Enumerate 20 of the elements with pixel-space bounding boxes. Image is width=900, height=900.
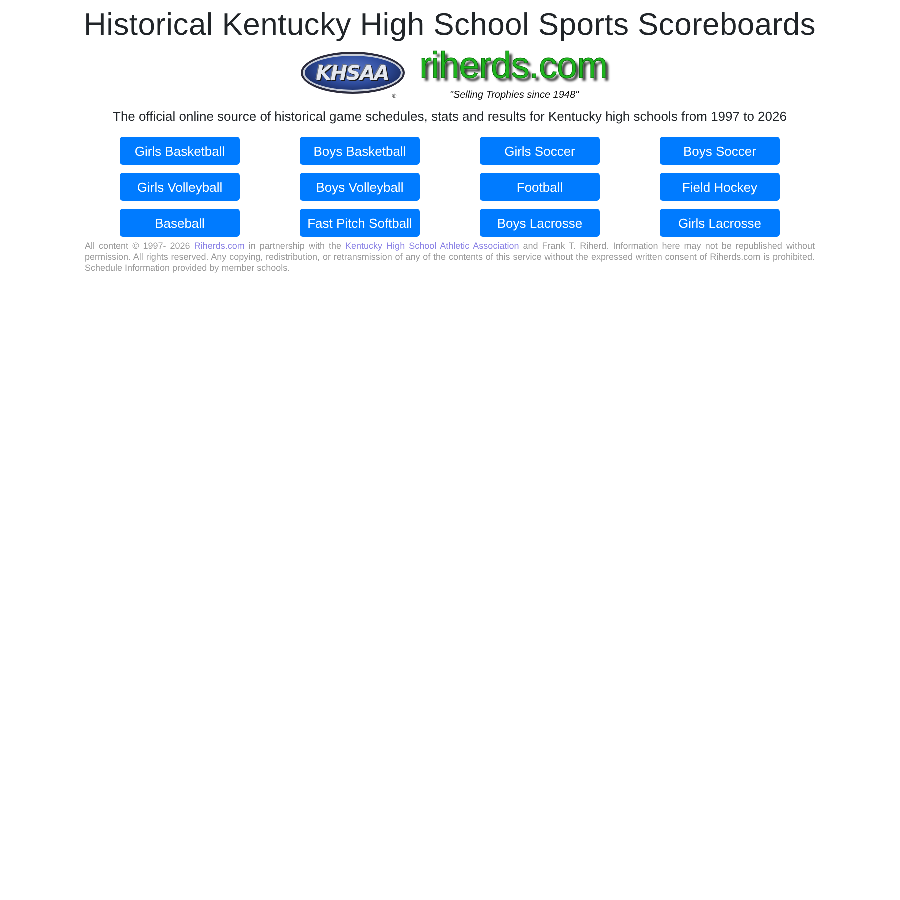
sport-button[interactable]: Boys Soccer	[660, 137, 780, 165]
riherds-logo: riherds.com	[420, 47, 608, 85]
page-title: Historical Kentucky High School Sports Scoreboards	[84, 6, 816, 44]
footer-link[interactable]: Kentucky High School Athletic Association	[346, 241, 520, 251]
copyright-notice: All content © 1997- 2026 Riherds.com in partnership with the Kentucky High School Athletic Association and Frank T. Riherd. Information here may not be republished without permission. All rights reserved. Any copying, redistribution, or retransmission of any of the contents of this service without the expressed written consent of Riherds.com is prohibited. Schedule Information provided by member schools.	[85, 241, 815, 274]
khsaa-logo: KHSAA	[300, 52, 405, 94]
sport-button[interactable]: Girls Lacrosse	[660, 209, 780, 237]
sport-button[interactable]: Field Hockey	[660, 173, 780, 201]
sport-button[interactable]: Girls Volleyball	[120, 173, 240, 201]
sport-button[interactable]: Football	[480, 173, 600, 201]
footer-link[interactable]: Riherds.com	[194, 241, 245, 251]
sport-button[interactable]: Girls Soccer	[480, 137, 600, 165]
sport-button[interactable]: Boys Volleyball	[300, 173, 420, 201]
logo-tagline: "Selling Trophies since 1948"	[450, 90, 580, 101]
sport-button[interactable]: Boys Lacrosse	[480, 209, 600, 237]
sport-button[interactable]: Girls Basketball	[120, 137, 240, 165]
sport-button[interactable]: Baseball	[120, 209, 240, 237]
sport-button[interactable]: Fast Pitch Softball	[300, 209, 420, 237]
sport-button[interactable]: Boys Basketball	[300, 137, 420, 165]
page-subtitle: The official online source of historical game schedules, stats and results for Kentucky high schools from 1997 to 2026	[113, 109, 787, 125]
